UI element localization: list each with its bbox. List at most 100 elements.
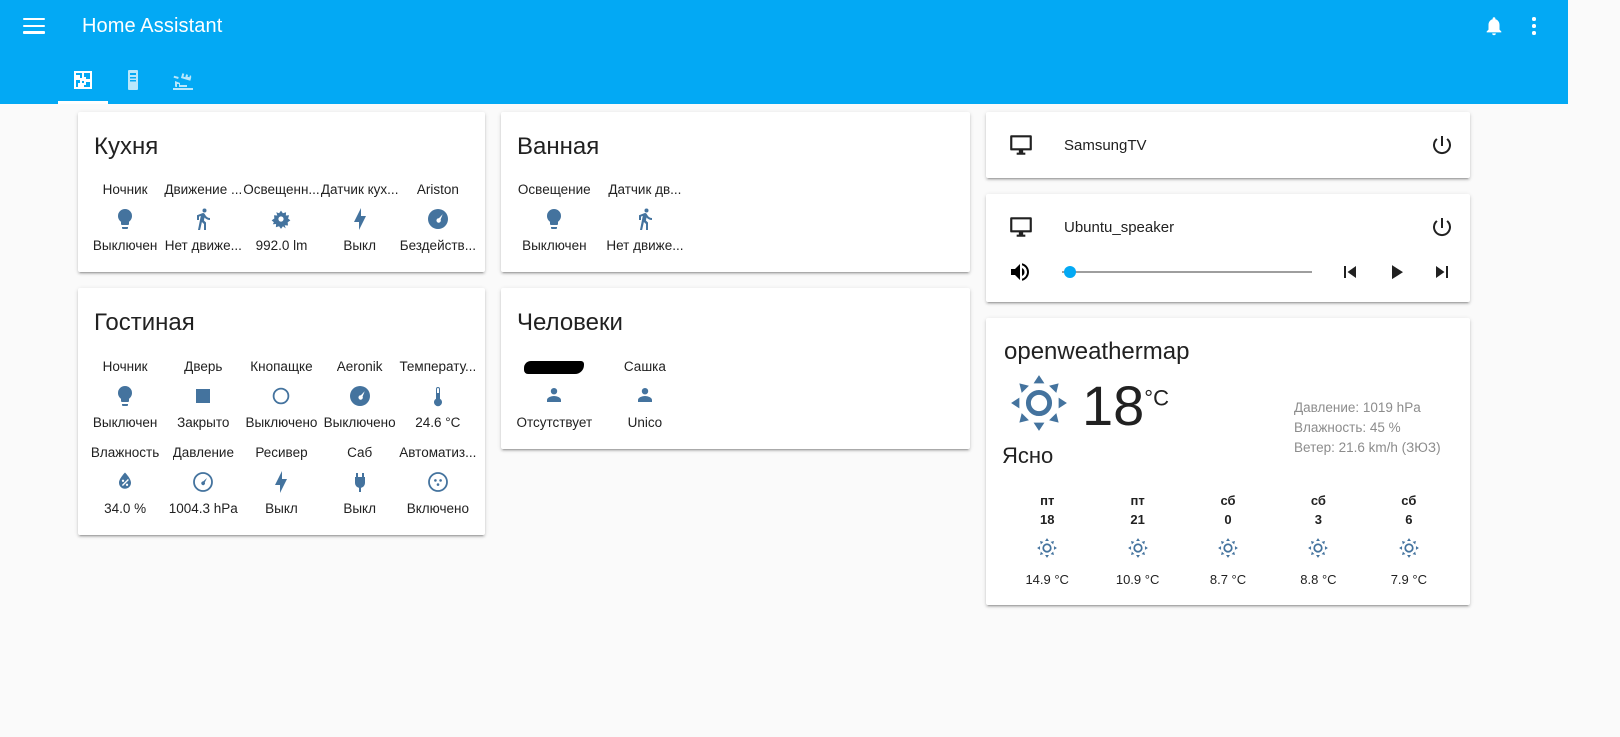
account-icon — [633, 381, 657, 411]
entity-person-sashka[interactable]: Сашка Unico — [600, 359, 691, 431]
entity-name: Температу... — [399, 358, 477, 374]
tab-floorplan[interactable] — [58, 56, 108, 104]
card-weather: openweathermap 18°C Ясно Давление: 1019 … — [986, 318, 1470, 605]
entity-name: Ночник — [102, 358, 148, 374]
weather-temperature-unit: °C — [1144, 384, 1169, 410]
forecast-hour: 0 — [1224, 512, 1232, 527]
slider-thumb[interactable] — [1063, 266, 1076, 278]
entity-state: Выключен — [92, 238, 158, 254]
page-title: Home Assistant — [82, 14, 223, 37]
glance-grid-people: Отсутствует Сашка Unico — [501, 341, 970, 449]
power-button[interactable] — [1430, 133, 1454, 157]
entity-state: Выкл — [343, 238, 376, 254]
entity-name: Aeronik — [336, 358, 383, 374]
entity-state: 992.0 lm — [255, 238, 308, 254]
weather-details: Давление: 1019 hPa Влажность: 45 % Ветер… — [1294, 398, 1441, 458]
entity-kitchen-motion[interactable]: Движение ... Нет движе... — [164, 182, 242, 254]
entity-kitchen-nightlight[interactable]: Ночник Выключен — [86, 182, 164, 254]
play-button[interactable] — [1384, 260, 1408, 284]
entity-name: Ресивер — [255, 444, 308, 460]
entity-state: Выключен — [522, 238, 587, 254]
overflow-menu-button[interactable] — [1514, 6, 1554, 46]
entity-livingroom-subwoofer[interactable]: Саб Выкл — [321, 445, 399, 517]
media-player-name: Ubuntu_speaker — [1064, 218, 1175, 236]
gauge-icon — [348, 381, 372, 411]
forecast-item: сб 0 8.7 °C — [1183, 491, 1273, 587]
gauge-icon — [426, 204, 450, 234]
entity-kitchen-ariston[interactable]: Ariston Бездейств... — [399, 182, 477, 254]
entity-livingroom-button[interactable]: Кнопащке Выключено — [242, 359, 320, 431]
weather-forecast: пт 18 14.9 °C пт 21 10.9 °C сб 0 8.7 °C … — [1002, 491, 1454, 587]
forecast-hour: 21 — [1130, 512, 1145, 527]
entity-kitchen-illuminance[interactable]: Освещенн... 992.0 lm — [242, 182, 320, 254]
redaction-bar — [524, 360, 585, 374]
forecast-hour: 6 — [1405, 512, 1413, 527]
entity-livingroom-pressure[interactable]: Давление 1004.3 hPa — [164, 445, 242, 517]
entity-livingroom-temperature[interactable]: Температу... 24.6 °C — [399, 359, 477, 431]
forecast-day: пт — [1040, 493, 1055, 508]
water-percent-icon — [113, 467, 137, 497]
weather-current: 18°C Ясно Давление: 1019 hPa Влажность: … — [1002, 372, 1454, 469]
entity-state: Нет движе... — [606, 238, 684, 254]
home-assistant-app: Home Assistant Кухня Ночник Выключен Дви… — [0, 0, 1620, 737]
entity-state: Нет движе... — [164, 238, 242, 254]
volume-slider[interactable] — [1062, 262, 1312, 282]
weather-detail-pressure: Давление: 1019 hPa — [1294, 400, 1421, 415]
entity-name: Автоматиз... — [399, 444, 477, 460]
entity-name: Ariston — [416, 182, 459, 198]
hamburger-menu-icon — [23, 18, 45, 34]
entity-state: 34.0 % — [104, 500, 147, 516]
entity-state: Unico — [627, 414, 663, 430]
forecast-item: сб 6 7.9 °C — [1364, 491, 1454, 587]
power-plug-icon — [348, 467, 372, 497]
card-title-people: Человеки — [517, 309, 623, 337]
weather-condition: Ясно — [1002, 443, 1054, 468]
previous-track-button[interactable] — [1338, 260, 1362, 284]
notifications-button[interactable] — [1474, 6, 1514, 46]
weather-temperature: 18°C — [1082, 377, 1169, 434]
forecast-temp: 14.9 °C — [1025, 572, 1069, 587]
entity-livingroom-door[interactable]: Дверь Закрыто — [164, 359, 242, 431]
entity-state: Отсутствует — [516, 414, 593, 430]
dashboard-columns: Кухня Ночник Выключен Движение ... Нет д… — [0, 104, 1568, 737]
entity-name: Датчик кух... — [320, 182, 399, 198]
tab-server[interactable] — [108, 56, 158, 104]
media-header-row: SamsungTV — [986, 112, 1470, 178]
television-icon — [1008, 132, 1034, 158]
entity-name: Кнопащке — [250, 358, 313, 374]
hamburger-menu-button[interactable] — [14, 6, 54, 46]
weather-detail-humidity: Влажность: 45 % — [1294, 420, 1401, 435]
entity-bathroom-motion[interactable]: Датчик дв... Нет движе... — [600, 182, 691, 254]
entity-name: Дверь — [184, 358, 223, 374]
entity-name: Датчик дв... — [608, 182, 682, 198]
forecast-item: пт 18 14.9 °C — [1002, 491, 1092, 587]
entity-livingroom-receiver[interactable]: Ресивер Выкл — [242, 445, 320, 517]
column-2: Ванная Освещение Выключен Датчик дв... Н… — [493, 112, 978, 465]
entity-state: 1004.3 hPa — [168, 500, 238, 516]
entity-state: Выкл — [265, 500, 298, 516]
walk-icon — [633, 204, 657, 234]
entity-livingroom-humidity[interactable]: Влажность 34.0 % — [86, 445, 164, 517]
entity-livingroom-aeronik[interactable]: Aeronik Выключено — [321, 359, 399, 431]
flash-icon — [269, 467, 293, 497]
walk-icon — [191, 204, 215, 234]
entity-bathroom-light[interactable]: Освещение Выключен — [509, 182, 600, 254]
card-title-livingroom: Гостиная — [94, 309, 195, 337]
entity-person-redacted[interactable]: Отсутствует — [509, 359, 600, 431]
power-button[interactable] — [1430, 215, 1454, 239]
slider-track — [1062, 271, 1312, 273]
forecast-temp: 10.9 °C — [1115, 572, 1160, 587]
tab-cameras[interactable] — [158, 56, 208, 104]
entity-state: Выключен — [92, 414, 158, 430]
entity-livingroom-nightlight[interactable]: Ночник Выключен — [86, 359, 164, 431]
entity-livingroom-automation[interactable]: Автоматиз... Включено — [399, 445, 477, 517]
next-track-button[interactable] — [1430, 260, 1454, 284]
weather-current-left: 18°C Ясно — [1002, 372, 1232, 469]
card-media-samsungtv: SamsungTV — [986, 112, 1470, 178]
weather-temperature-value: 18 — [1082, 373, 1145, 437]
forecast-hour: 18 — [1039, 512, 1055, 527]
volume-high-icon[interactable] — [1008, 260, 1032, 284]
entity-name: Освещенн... — [243, 182, 320, 198]
entity-kitchen-sensor[interactable]: Датчик кух... Выкл — [321, 182, 399, 254]
card-livingroom: Гостиная Ночник Выключен Дверь Закрыто К… — [78, 288, 485, 535]
